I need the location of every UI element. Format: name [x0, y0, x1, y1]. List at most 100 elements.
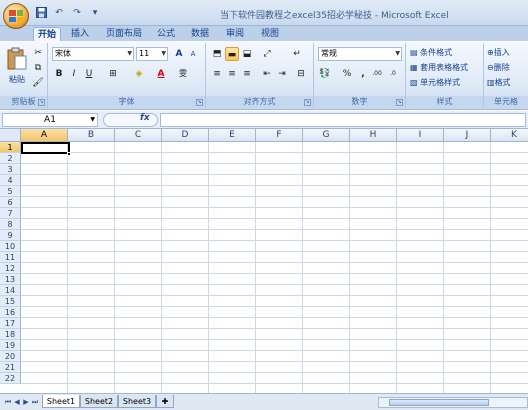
prev-sheet-icon[interactable]: ◀	[13, 397, 21, 407]
orientation-icon[interactable]: ⤢	[260, 47, 274, 61]
wrap-text-icon[interactable]: ↵	[290, 47, 304, 61]
row-header-19[interactable]: 19	[0, 340, 21, 351]
row-header-17[interactable]: 17	[0, 318, 21, 329]
row-header-12[interactable]: 12	[0, 263, 21, 274]
tab-home[interactable]: 开始	[33, 27, 61, 41]
increase-indent-icon[interactable]: ⇥	[275, 67, 289, 81]
name-box[interactable]: A1 ▼	[2, 113, 98, 127]
column-header-h[interactable]: H	[350, 129, 397, 142]
insert-function-icon[interactable]: fx	[140, 113, 150, 123]
row-header-10[interactable]: 10	[0, 241, 21, 252]
paste-icon[interactable]	[6, 47, 28, 73]
column-header-g[interactable]: G	[303, 129, 350, 142]
underline-button[interactable]: U	[82, 67, 96, 81]
increase-decimal-button[interactable]: .00	[370, 67, 384, 81]
sheet-tab-3[interactable]: Sheet3	[118, 395, 156, 408]
last-sheet-icon[interactable]: ⏭	[31, 397, 39, 407]
row-header-14[interactable]: 14	[0, 285, 21, 296]
fill-color-icon[interactable]: ◈	[132, 67, 146, 81]
align-right-icon[interactable]: ≡	[240, 67, 254, 81]
tab-page-layout[interactable]: 页面布局	[102, 27, 146, 41]
row-header-15[interactable]: 15	[0, 296, 21, 307]
sheet-tab-1[interactable]: Sheet1	[42, 395, 80, 408]
tab-formulas[interactable]: 公式	[152, 27, 180, 41]
row-header-2[interactable]: 2	[0, 153, 21, 164]
number-format-combo[interactable]: 常规 ▼	[318, 47, 402, 61]
row-header-22[interactable]: 22	[0, 373, 21, 384]
merge-center-icon[interactable]: ⊟	[294, 67, 308, 81]
column-header-c[interactable]: C	[115, 129, 162, 142]
row-header-6[interactable]: 6	[0, 197, 21, 208]
row-header-21[interactable]: 21	[0, 362, 21, 373]
italic-button[interactable]: I	[67, 67, 81, 81]
cell-styles-button[interactable]: ▧ 单元格样式	[410, 76, 482, 90]
column-header-d[interactable]: D	[162, 129, 209, 142]
customize-qat-icon[interactable]: ▾	[88, 7, 102, 19]
shrink-font-button[interactable]: A	[186, 47, 200, 61]
accounting-format-icon[interactable]: 💱	[318, 67, 332, 81]
row-header-20[interactable]: 20	[0, 351, 21, 362]
formula-input[interactable]	[160, 113, 526, 127]
align-middle-icon[interactable]: ▬	[225, 47, 239, 61]
tab-view[interactable]: 视图	[256, 27, 284, 41]
horizontal-scrollbar[interactable]	[378, 397, 528, 408]
row-header-18[interactable]: 18	[0, 329, 21, 340]
font-size-combo[interactable]: 11 ▼	[136, 47, 168, 61]
column-header-k[interactable]: K	[491, 129, 528, 142]
align-bottom-icon[interactable]: ⬓	[240, 47, 254, 61]
grow-font-button[interactable]: A	[172, 47, 186, 61]
font-color-button[interactable]: A	[154, 67, 168, 81]
column-header-f[interactable]: F	[256, 129, 303, 142]
delete-cells-button[interactable]: ⊖删除	[487, 61, 527, 75]
row-header-1[interactable]: 1	[0, 142, 21, 153]
sheet-tab-2[interactable]: Sheet2	[80, 395, 118, 408]
office-button[interactable]	[3, 3, 29, 29]
worksheet-grid[interactable]: ABCDEFGHIJK 1 2 3 4 5 6 7 8 9 10 11 12 13 14 15 16 17 18 1…	[0, 129, 528, 393]
tab-data[interactable]: 数据	[186, 27, 214, 41]
active-cell[interactable]	[21, 142, 70, 154]
font-name-combo[interactable]: 宋体 ▼	[52, 47, 134, 61]
tab-review[interactable]: 审阅	[221, 27, 249, 41]
column-header-e[interactable]: E	[209, 129, 256, 142]
save-icon[interactable]	[34, 7, 48, 19]
row-header-4[interactable]: 4	[0, 175, 21, 186]
row-header-8[interactable]: 8	[0, 219, 21, 230]
row-header-13[interactable]: 13	[0, 274, 21, 285]
undo-icon[interactable]: ↶	[52, 7, 66, 19]
row-header-9[interactable]: 9	[0, 230, 21, 241]
decrease-indent-icon[interactable]: ⇤	[260, 67, 274, 81]
tab-insert[interactable]: 插入	[66, 27, 94, 41]
column-header-i[interactable]: I	[397, 129, 444, 142]
clipboard-launcher-icon[interactable]: ↘	[38, 99, 45, 106]
row-header-5[interactable]: 5	[0, 186, 21, 197]
row-header-7[interactable]: 7	[0, 208, 21, 219]
phonetic-button[interactable]: 雯	[176, 67, 190, 81]
next-sheet-icon[interactable]: ▶	[22, 397, 30, 407]
comma-button[interactable]: ,	[356, 67, 370, 81]
fill-handle[interactable]	[67, 152, 71, 156]
align-left-icon[interactable]: ≡	[210, 67, 224, 81]
copy-icon[interactable]: ⧉	[31, 61, 45, 75]
column-header-a[interactable]: A	[21, 129, 68, 142]
alignment-launcher-icon[interactable]: ↘	[304, 99, 311, 106]
insert-sheet-icon[interactable]: ✚	[156, 395, 174, 408]
align-center-icon[interactable]: ≡	[225, 67, 239, 81]
bold-button[interactable]: B	[52, 67, 66, 81]
paste-button[interactable]: 粘贴	[4, 73, 30, 87]
insert-cells-button[interactable]: ⊕插入	[487, 46, 527, 60]
select-all-button[interactable]	[0, 129, 21, 142]
font-launcher-icon[interactable]: ↘	[196, 99, 203, 106]
scrollbar-thumb[interactable]	[389, 399, 489, 406]
first-sheet-icon[interactable]: ⏮	[4, 397, 12, 407]
column-header-j[interactable]: J	[444, 129, 491, 142]
percent-button[interactable]: %	[340, 67, 354, 81]
format-cells-button[interactable]: ▥格式	[487, 76, 527, 90]
redo-icon[interactable]: ↷	[70, 7, 84, 19]
row-header-11[interactable]: 11	[0, 252, 21, 263]
format-as-table-button[interactable]: ▦ 套用表格格式	[410, 61, 482, 75]
format-painter-icon[interactable]: 🖌	[31, 76, 45, 90]
number-launcher-icon[interactable]: ↘	[396, 99, 403, 106]
row-header-3[interactable]: 3	[0, 164, 21, 175]
align-top-icon[interactable]: ⬒	[210, 47, 224, 61]
conditional-formatting-button[interactable]: ▤ 条件格式	[410, 46, 482, 60]
